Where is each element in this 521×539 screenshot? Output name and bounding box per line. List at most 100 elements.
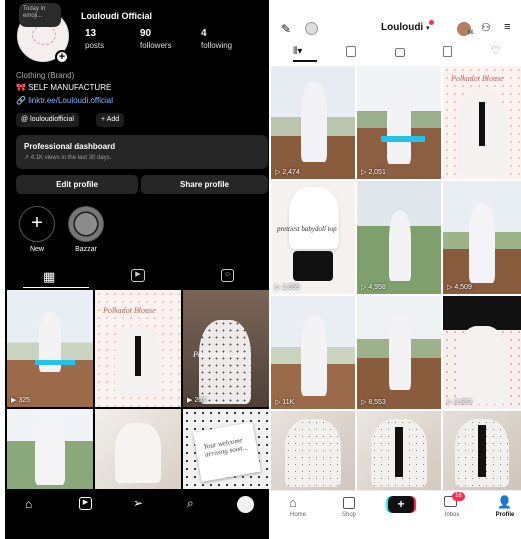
video-caption: prettiest babydoll top xyxy=(277,225,337,233)
model-figure xyxy=(469,203,495,283)
liked-tab-icon[interactable]: ♡ xyxy=(491,44,501,57)
video-views: ▷ 2,474 xyxy=(275,169,300,176)
home-icon[interactable]: ⌂ xyxy=(25,497,32,511)
active-tab-indicator xyxy=(293,60,317,62)
menu-icon[interactable]: ≡ xyxy=(504,21,510,33)
video-tile[interactable]: ▷ 2,474 xyxy=(271,66,355,179)
add-story-icon[interactable]: + xyxy=(55,50,69,64)
shop-icon[interactable] xyxy=(343,497,355,509)
profile-name: Louloudi Official xyxy=(81,11,152,21)
video-tile[interactable] xyxy=(357,411,441,490)
grid-post-5[interactable] xyxy=(95,409,181,489)
inbox-badge: 16 xyxy=(452,492,465,501)
profile-link[interactable]: 🔗 linktr.ee/Louloudi.official xyxy=(16,96,113,105)
video-tile[interactable]: ▷ 11K xyxy=(271,296,355,409)
inbox-label: Inbox xyxy=(444,512,460,518)
shop-tab-icon[interactable] xyxy=(346,46,356,57)
new-highlight-button[interactable]: + xyxy=(19,206,55,242)
followers-count[interactable]: 90 xyxy=(140,28,151,39)
active-tab-indicator xyxy=(23,287,89,288)
video-views: ▷ 4,509 xyxy=(447,284,472,291)
video-views: ▷ 2,695 xyxy=(275,284,300,291)
post-caption: Polkadot Blouse xyxy=(103,306,156,315)
tiktok-profile-panel: ✎ Louloudi ▾ 66 ⚇ ≡ ⦀▾ ♡ ▷ 2,474 ▷ 2,051… xyxy=(271,0,521,539)
search-icon[interactable]: ⌕ xyxy=(187,496,194,511)
note-text: Today in emoji... xyxy=(23,6,46,19)
create-button[interactable]: + xyxy=(388,496,414,513)
blouse-image xyxy=(457,326,507,404)
saved-tab-icon[interactable] xyxy=(443,46,452,57)
dashboard-title: Professional dashboard xyxy=(24,142,116,151)
private-tab-icon[interactable] xyxy=(395,48,405,57)
professional-dashboard[interactable]: Professional dashboard ↗ 4.1K views in t… xyxy=(16,135,268,169)
posts-label: posts xyxy=(85,41,105,50)
video-caption: Polkadot Blouse xyxy=(451,74,504,83)
grid-post-4[interactable] xyxy=(7,409,93,489)
home-label: Home xyxy=(289,512,306,518)
skirt-image xyxy=(293,251,333,281)
ribbon xyxy=(395,427,403,477)
blouse-image xyxy=(199,320,251,404)
logo-rose xyxy=(32,25,56,45)
video-tile[interactable]: ▷ 4,958 xyxy=(357,181,441,294)
chevron-down-icon: ▾ xyxy=(426,25,430,32)
edit-profile-button[interactable]: Edit profile xyxy=(16,175,138,194)
note-bubble[interactable]: Today in emoji... xyxy=(19,3,61,27)
following-label[interactable]: following xyxy=(201,41,232,50)
model-figure xyxy=(389,211,411,281)
blouse-image xyxy=(289,187,339,249)
blouse-image xyxy=(285,419,341,487)
profile-avatar-icon[interactable] xyxy=(237,496,254,513)
ribbon xyxy=(479,102,485,146)
tiktok-username[interactable]: Louloudi ▾ xyxy=(381,22,430,33)
grid-post-1[interactable]: ▶ 325 xyxy=(7,290,93,407)
model-figure xyxy=(35,419,65,485)
send-icon[interactable]: ➢ xyxy=(133,496,143,510)
reels-tab-icon[interactable]: ▶ xyxy=(131,269,145,282)
video-tile[interactable]: ▷ 8,553 xyxy=(357,296,441,409)
bazzar-highlight[interactable] xyxy=(68,206,104,242)
tiktok-header: ✎ Louloudi ▾ 66 ⚇ ≡ xyxy=(271,0,521,42)
home-icon[interactable]: ⌂ xyxy=(289,495,297,510)
add-chip[interactable]: + Add xyxy=(96,113,125,127)
video-tile[interactable]: ▷ 4,509 xyxy=(443,181,521,294)
tiktok-content-tabs: ⦀▾ ♡ xyxy=(271,42,521,64)
video-tile[interactable]: ▷ 2,051 xyxy=(357,66,441,179)
profile-icon[interactable]: 👤 xyxy=(497,495,512,509)
note-card: Your welcome arriving soon... xyxy=(193,422,261,482)
friends-avatar-icon[interactable] xyxy=(305,22,318,35)
reels-icon[interactable]: ▶ xyxy=(79,497,92,510)
videos-tab-icon[interactable]: ⦀▾ xyxy=(293,46,302,57)
ribbon xyxy=(478,425,486,477)
screenshot-root: Today in emoji... + Louloudi Official 13… xyxy=(0,0,521,539)
video-tile[interactable]: ▷ 3,853 xyxy=(443,296,521,409)
dashboard-subtitle: ↗ 4.1K views in the last 30 days. xyxy=(24,155,112,161)
grid-post-3[interactable]: Polkadot Blouse ▶ 204 xyxy=(183,290,269,407)
grid-post-2[interactable]: Polkadot Blouse xyxy=(95,290,181,407)
dark-band xyxy=(443,296,521,330)
notification-count: 66 xyxy=(468,30,474,36)
share-profile-button[interactable]: Share profile xyxy=(141,175,268,194)
followers-label[interactable]: followers xyxy=(140,41,172,50)
threads-handle: louloudiofficial xyxy=(30,116,74,123)
tiktok-bottom-nav: ⌂ Home Shop + 16 Inbox 👤 Profile xyxy=(271,490,521,520)
bio-text: 🎀 SELF MANUFACTURE xyxy=(16,83,112,92)
video-tile[interactable]: Polkadot Blouse xyxy=(443,66,521,179)
grid-tab-icon[interactable]: ▦ xyxy=(43,269,55,285)
tagged-tab-icon[interactable]: ☺ xyxy=(221,269,234,282)
model-figure xyxy=(301,82,327,162)
username-text: Louloudi xyxy=(381,22,424,33)
add-friend-icon[interactable]: ⚇ xyxy=(481,21,491,34)
following-count[interactable]: 4 xyxy=(201,28,207,39)
instagram-bottom-nav: ⌂ ▶ ➢ ⌕ xyxy=(5,489,269,519)
video-tile[interactable]: prettiest babydoll top ▷ 2,695 xyxy=(271,181,355,294)
caption-bar xyxy=(35,360,75,365)
profile-tabs: ▦ ▶ ☺ xyxy=(5,264,269,288)
shop-label: Shop xyxy=(341,512,356,518)
edit-icon[interactable]: ✎ xyxy=(281,22,291,36)
grid-post-6[interactable]: Your welcome arriving soon... xyxy=(183,409,269,489)
video-tile[interactable] xyxy=(443,411,521,490)
video-tile[interactable] xyxy=(271,411,355,490)
video-views: ▷ 2,051 xyxy=(361,169,386,176)
threads-chip[interactable]: @ louloudiofficial xyxy=(16,113,79,127)
